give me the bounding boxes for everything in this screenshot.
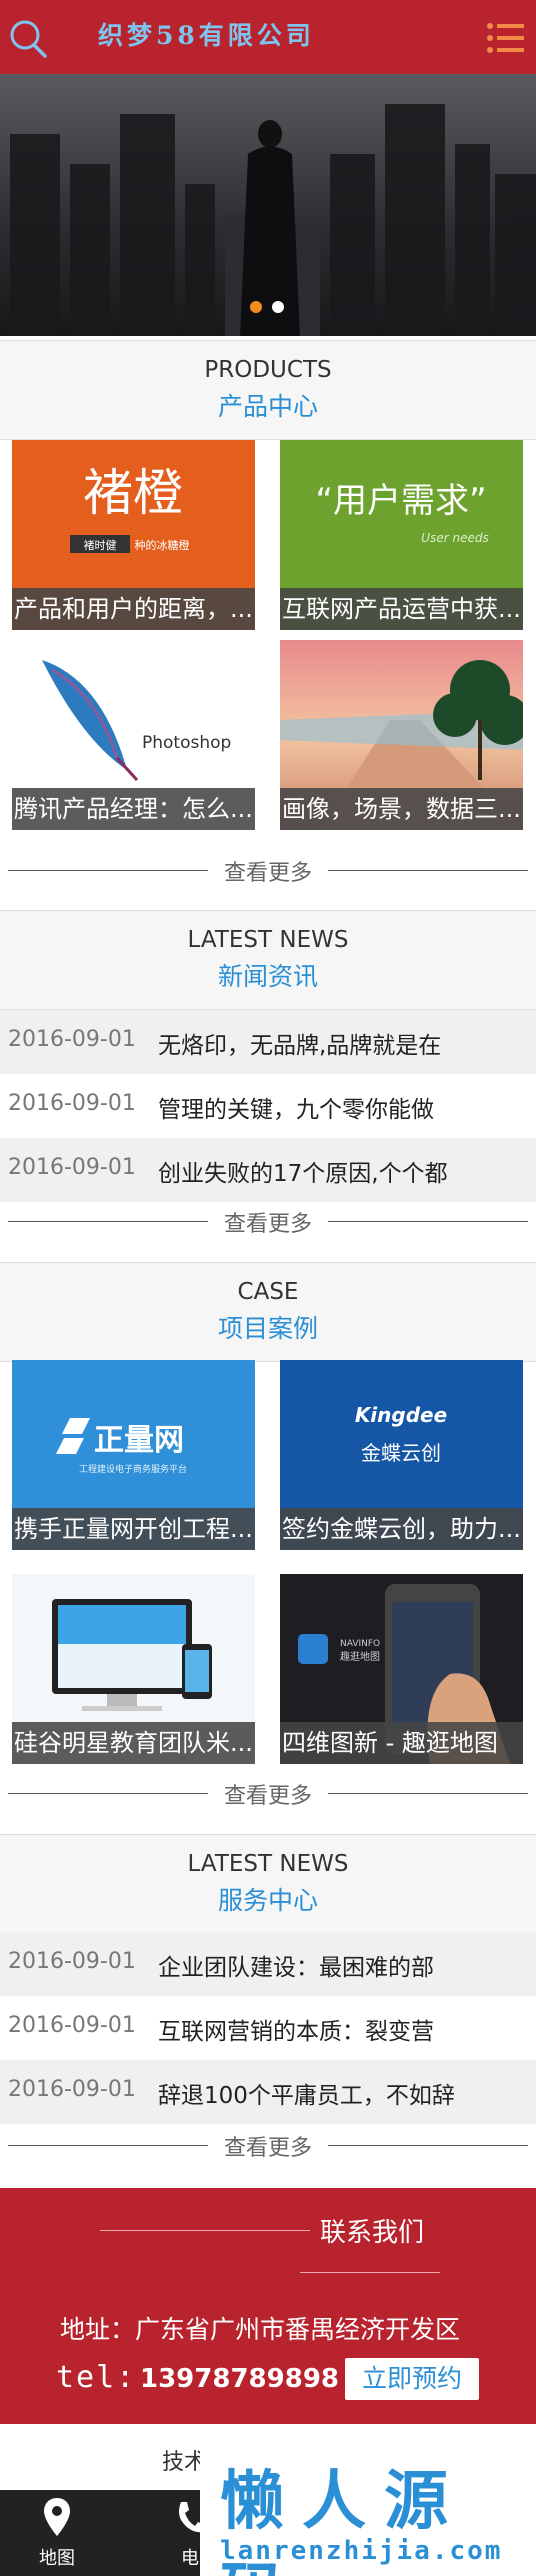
case-card[interactable]: 硅谷明星教育团队米... bbox=[12, 1574, 255, 1764]
section-title-en: CASE bbox=[237, 1279, 299, 1305]
svg-text:User needs: User needs bbox=[421, 531, 488, 545]
case-card[interactable]: Kingdee 金蝶云创 签约金蝶云创，助力... bbox=[280, 1360, 523, 1550]
watermark-url: lanrenzhijia.com bbox=[220, 2536, 503, 2566]
site-logo[interactable]: 织梦58有限公司 bbox=[98, 16, 315, 52]
news-date: 2016-09-01 bbox=[8, 1155, 136, 1180]
nav-label: 地图 bbox=[39, 2548, 75, 2569]
svg-text:褚时健: 褚时健 bbox=[84, 538, 117, 552]
section-title-en: LATEST NEWS bbox=[187, 927, 349, 953]
more-link[interactable]: 查看更多 bbox=[215, 1784, 320, 1809]
svg-text:正量网: 正量网 bbox=[94, 1423, 184, 1458]
news-date: 2016-09-01 bbox=[8, 1027, 136, 1052]
case-caption[interactable]: 四维图新 - 趣逛地图 bbox=[280, 1722, 523, 1764]
city-skyline-image bbox=[0, 74, 536, 336]
service-item[interactable]: 2016-09-01 辞退100个平庸员工，不如辞 bbox=[0, 2060, 536, 2124]
service-section-header: LATEST NEWS 服务中心 bbox=[0, 1834, 536, 1934]
product-caption[interactable]: 腾讯产品经理：怎么... bbox=[12, 788, 255, 830]
svg-text:“用户需求”: “用户需求” bbox=[315, 481, 486, 521]
case-card[interactable]: 正量网 工程建设电子商务服务平台 携手正量网开创工程... bbox=[12, 1360, 255, 1550]
svg-text:工程建设电子商务服务平台: 工程建设电子商务服务平台 bbox=[79, 1463, 187, 1475]
service-title[interactable]: 企业团队建设：最困难的部 bbox=[158, 1948, 528, 1982]
svg-text:种的冰糖橙: 种的冰糖橙 bbox=[135, 538, 190, 552]
svg-text:Kingdee: Kingdee bbox=[355, 1403, 447, 1427]
news-title[interactable]: 无烙印，无品牌,品牌就是在 bbox=[158, 1026, 528, 1060]
search-icon[interactable] bbox=[8, 18, 48, 58]
news-item[interactable]: 2016-09-01 无烙印，无品牌,品牌就是在 bbox=[0, 1010, 536, 1074]
book-now-button[interactable]: 立即预约 bbox=[345, 2358, 479, 2400]
nav-map[interactable]: 地图 bbox=[2, 2490, 112, 2576]
section-title-cn[interactable]: 项目案例 bbox=[0, 1309, 536, 1345]
svg-text:趣逛地图: 趣逛地图 bbox=[340, 1650, 380, 1663]
news-item[interactable]: 2016-09-01 管理的关键，九个零你能做 bbox=[0, 1074, 536, 1138]
case-caption[interactable]: 硅谷明星教育团队米... bbox=[12, 1722, 255, 1764]
products-more[interactable]: 查看更多 bbox=[8, 855, 528, 886]
service-item[interactable]: 2016-09-01 企业团队建设：最困难的部 bbox=[0, 1932, 536, 1996]
svg-text:金蝶云创: 金蝶云创 bbox=[361, 1441, 441, 1465]
service-date: 2016-09-01 bbox=[8, 2077, 136, 2102]
service-title[interactable]: 辞退100个平庸员工，不如辞 bbox=[158, 2076, 528, 2110]
phone-number[interactable]: 13978789898 bbox=[140, 2364, 339, 2394]
product-caption[interactable]: 互联网产品运营中获... bbox=[280, 588, 523, 630]
contact-title: 联系我们 bbox=[320, 2218, 425, 2248]
tel-label: tel: bbox=[56, 2360, 137, 2395]
section-title-en: LATEST NEWS bbox=[187, 1851, 349, 1877]
service-more[interactable]: 查看更多 bbox=[8, 2130, 528, 2161]
case-caption[interactable]: 携手正量网开创工程... bbox=[12, 1508, 255, 1550]
cases-section-header: CASE 项目案例 bbox=[0, 1262, 536, 1362]
product-card[interactable]: 画像，场景，数据三... bbox=[280, 640, 523, 830]
svg-text:褚橙: 褚橙 bbox=[83, 464, 183, 522]
contact-section: 联系我们 地址：广东省广州市番禺经济开发区 tel: 13978789898 立… bbox=[0, 2188, 536, 2424]
watermark: 懒人源码 lanrenzhijia.com bbox=[200, 2440, 536, 2576]
svg-text:NAVINFO: NAVINFO bbox=[340, 1639, 380, 1649]
top-header: 织梦58有限公司 bbox=[0, 0, 536, 74]
news-date: 2016-09-01 bbox=[8, 1091, 136, 1116]
more-link[interactable]: 查看更多 bbox=[215, 1212, 320, 1237]
contact-address: 地址：广东省广州市番禺经济开发区 bbox=[60, 2315, 461, 2344]
product-card[interactable]: “用户需求” User needs 互联网产品运营中获... bbox=[280, 440, 523, 630]
case-card[interactable]: NAVINFO 趣逛地图 四维图新 - 趣逛地图 bbox=[280, 1574, 523, 1764]
service-title[interactable]: 互联网营销的本质：裂变营 bbox=[158, 2012, 528, 2046]
news-title[interactable]: 创业失败的17个原因,个个都 bbox=[158, 1154, 528, 1188]
service-date: 2016-09-01 bbox=[8, 2013, 136, 2038]
more-link[interactable]: 查看更多 bbox=[215, 861, 320, 886]
product-card[interactable]: 褚橙 褚时健 种的冰糖橙 产品和用户的距离，... bbox=[12, 440, 255, 630]
banner-dot-1[interactable] bbox=[250, 301, 262, 313]
title-line-right bbox=[300, 2272, 440, 2273]
cases-more[interactable]: 查看更多 bbox=[8, 1778, 528, 1809]
map-pin-icon bbox=[44, 2498, 70, 2536]
service-item[interactable]: 2016-09-01 互联网营销的本质：裂变营 bbox=[0, 1996, 536, 2060]
news-more[interactable]: 查看更多 bbox=[8, 1206, 528, 1237]
service-date: 2016-09-01 bbox=[8, 1949, 136, 1974]
banner-slider[interactable] bbox=[0, 74, 536, 336]
section-title-cn[interactable]: 新闻资讯 bbox=[0, 957, 536, 993]
title-line-left bbox=[100, 2230, 310, 2231]
section-title-cn[interactable]: 产品中心 bbox=[0, 387, 536, 423]
more-link[interactable]: 查看更多 bbox=[215, 2136, 320, 2161]
product-caption[interactable]: 产品和用户的距离，... bbox=[12, 588, 255, 630]
news-section-header: LATEST NEWS 新闻资讯 bbox=[0, 910, 536, 1010]
case-caption[interactable]: 签约金蝶云创，助力... bbox=[280, 1508, 523, 1550]
products-section-header: PRODUCTS 产品中心 bbox=[0, 340, 536, 440]
news-title[interactable]: 管理的关键，九个零你能做 bbox=[158, 1090, 528, 1124]
news-item[interactable]: 2016-09-01 创业失败的17个原因,个个都 bbox=[0, 1138, 536, 1202]
section-title-en: PRODUCTS bbox=[204, 357, 332, 383]
product-card[interactable]: Photoshop 腾讯产品经理：怎么... bbox=[12, 640, 255, 830]
svg-text:Photoshop: Photoshop bbox=[142, 733, 231, 753]
product-caption[interactable]: 画像，场景，数据三... bbox=[280, 788, 523, 830]
banner-dot-2[interactable] bbox=[272, 301, 284, 313]
section-title-cn[interactable]: 服务中心 bbox=[0, 1881, 536, 1917]
menu-icon[interactable] bbox=[486, 22, 526, 54]
